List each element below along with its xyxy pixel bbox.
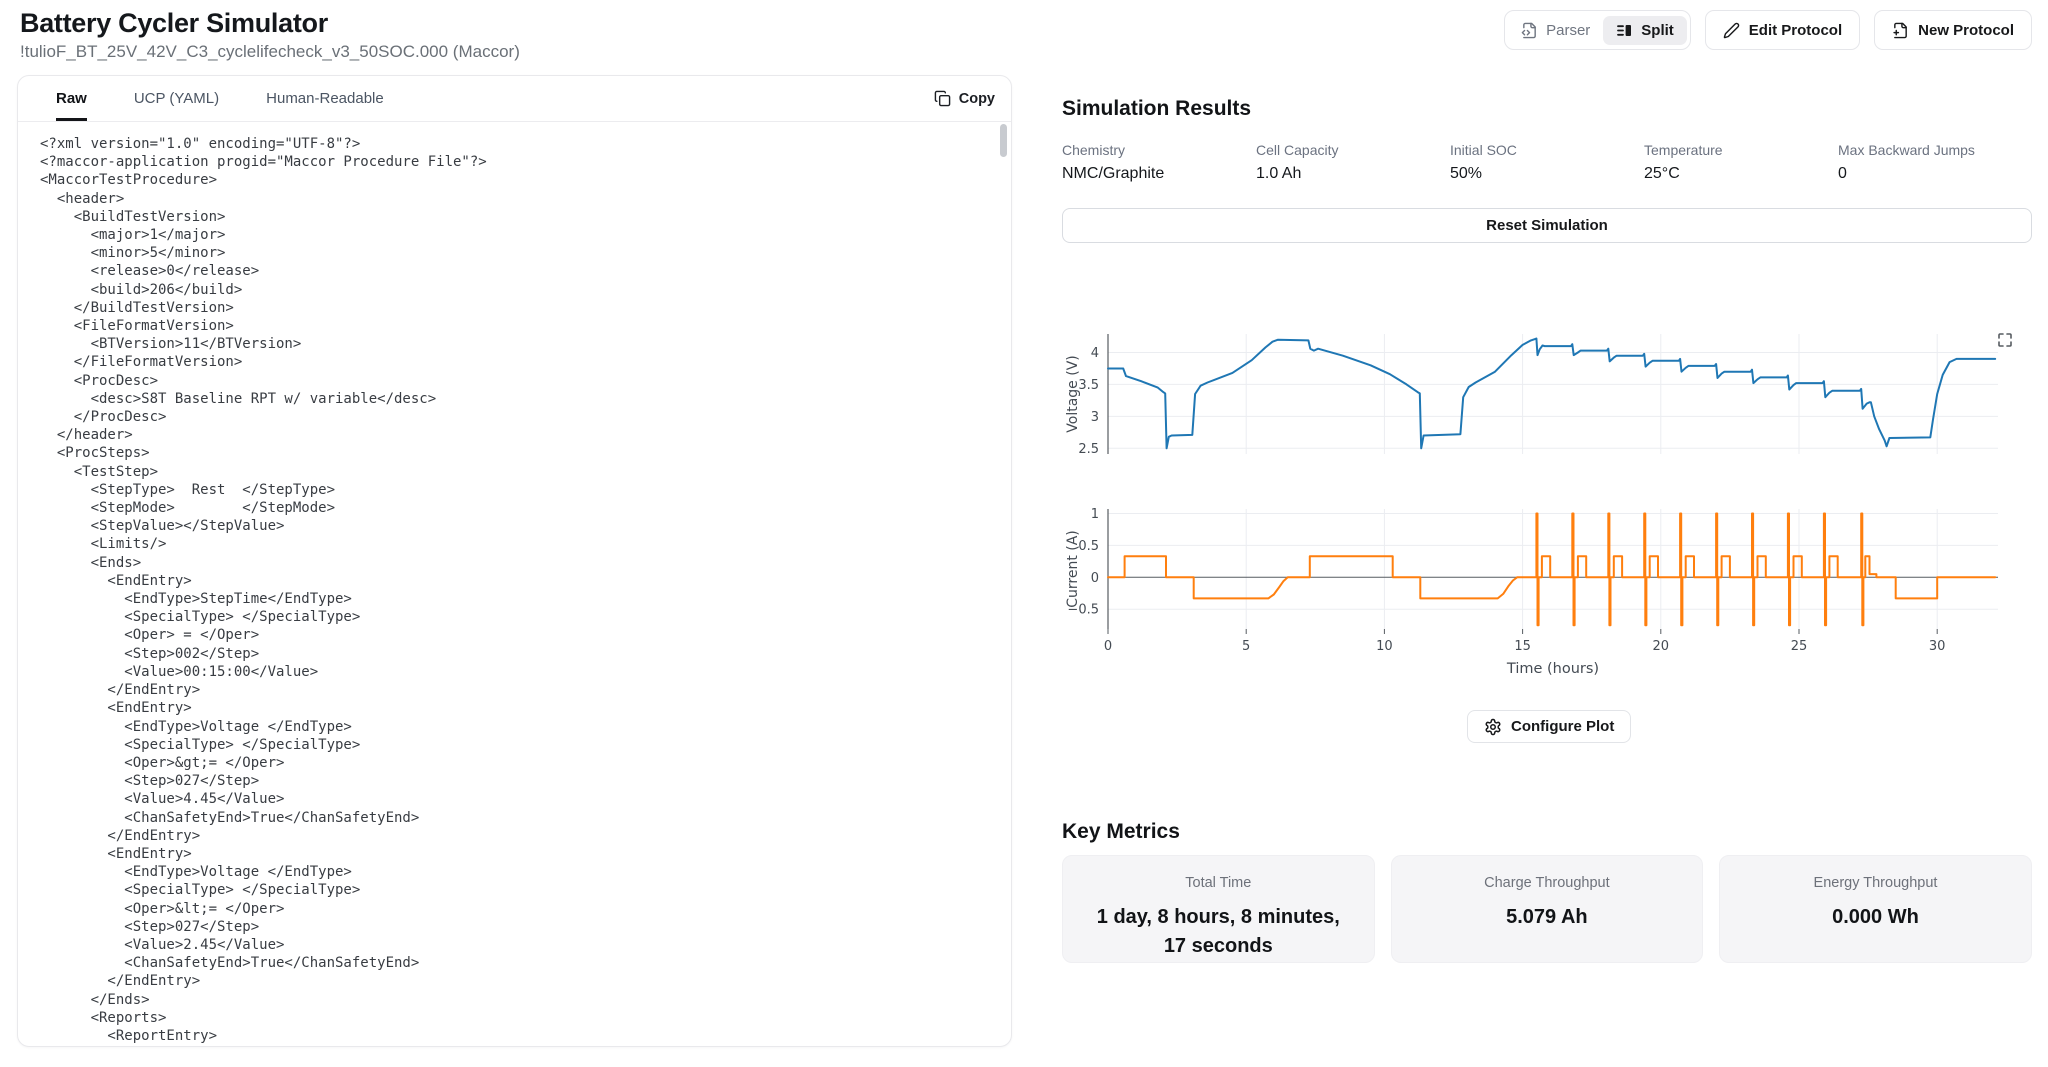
metric-total-time: Total Time 1 day, 8 hours, 8 minutes, 17… <box>1062 855 1375 963</box>
param-temperature: Temperature 25°C <box>1644 142 1838 183</box>
simulation-chart: 2.533.54Voltage (V)−0.500.51Current (A)0… <box>1062 328 2032 684</box>
svg-text:10: 10 <box>1376 639 1393 654</box>
metric-value: 1 day, 8 hours, 8 minutes, 17 seconds <box>1083 903 1354 961</box>
svg-text:Current (A): Current (A) <box>1065 530 1081 608</box>
fullscreen-icon[interactable] <box>1996 332 2014 350</box>
metric-value: 5.079 Ah <box>1506 903 1588 932</box>
param-label: Max Backward Jumps <box>1838 142 2032 158</box>
metric-label: Total Time <box>1185 875 1251 891</box>
key-metrics-cards: Total Time 1 day, 8 hours, 8 minutes, 17… <box>1062 855 2032 963</box>
svg-text:30: 30 <box>1929 639 1946 654</box>
copy-button[interactable]: Copy <box>934 76 995 121</box>
svg-text:3: 3 <box>1091 410 1099 425</box>
metric-label: Charge Throughput <box>1484 875 1610 891</box>
svg-text:1: 1 <box>1091 507 1099 522</box>
svg-text:Voltage (V): Voltage (V) <box>1065 355 1081 432</box>
param-max-backward-jumps: Max Backward Jumps 0 <box>1838 142 2032 183</box>
copy-label: Copy <box>959 91 995 107</box>
simulation-results-panel: Simulation Results Chemistry NMC/Graphit… <box>1062 0 2032 1067</box>
configure-plot-label: Configure Plot <box>1511 718 1614 735</box>
svg-text:0: 0 <box>1104 639 1112 654</box>
simulation-parameters: Chemistry NMC/Graphite Cell Capacity 1.0… <box>1062 142 2032 183</box>
svg-text:0.5: 0.5 <box>1078 539 1099 554</box>
param-value: 50% <box>1450 165 1644 183</box>
svg-text:5: 5 <box>1242 639 1250 654</box>
tab-ucp-yaml[interactable]: UCP (YAML) <box>134 76 219 121</box>
param-label: Chemistry <box>1062 142 1256 158</box>
param-value: 0 <box>1838 165 2032 183</box>
viewer-tabs: Raw UCP (YAML) Human-Readable Copy <box>18 76 1011 122</box>
configure-plot-button[interactable]: Configure Plot <box>1467 710 1631 743</box>
page-title: Battery Cycler Simulator <box>20 8 328 39</box>
code-scrollbar[interactable] <box>1000 124 1007 157</box>
gear-icon <box>1484 718 1502 736</box>
protocol-viewer-card: Raw UCP (YAML) Human-Readable Copy <?xml… <box>17 75 1012 1047</box>
protocol-xml-code[interactable]: <?xml version="1.0" encoding="UTF-8"?> <… <box>18 122 1011 1046</box>
param-value: NMC/Graphite <box>1062 165 1256 183</box>
svg-text:20: 20 <box>1653 639 1670 654</box>
svg-text:0: 0 <box>1091 571 1099 586</box>
param-label: Cell Capacity <box>1256 142 1450 158</box>
metric-label: Energy Throughput <box>1814 875 1938 891</box>
svg-text:25: 25 <box>1791 639 1808 654</box>
param-cell-capacity: Cell Capacity 1.0 Ah <box>1256 142 1450 183</box>
tab-human-readable[interactable]: Human-Readable <box>266 76 384 121</box>
svg-text:Time (hours): Time (hours) <box>1506 661 1599 677</box>
reset-simulation-button[interactable]: Reset Simulation <box>1062 208 2032 243</box>
svg-text:2.5: 2.5 <box>1078 442 1099 457</box>
param-chemistry: Chemistry NMC/Graphite <box>1062 142 1256 183</box>
svg-text:4: 4 <box>1091 346 1099 361</box>
param-initial-soc: Initial SOC 50% <box>1450 142 1644 183</box>
param-value: 25°C <box>1644 165 1838 183</box>
svg-text:3.5: 3.5 <box>1078 378 1099 393</box>
param-label: Initial SOC <box>1450 142 1644 158</box>
simulation-chart-area: 2.533.54Voltage (V)−0.500.51Current (A)0… <box>1062 328 2032 684</box>
key-metrics-heading: Key Metrics <box>1062 820 1180 844</box>
simulation-results-heading: Simulation Results <box>1062 97 1251 121</box>
metric-value: 0.000 Wh <box>1832 903 1919 932</box>
param-value: 1.0 Ah <box>1256 165 1450 183</box>
svg-text:15: 15 <box>1514 639 1531 654</box>
metric-energy-throughput: Energy Throughput 0.000 Wh <box>1719 855 2032 963</box>
copy-icon <box>934 90 951 107</box>
protocol-filename: !tulioF_BT_25V_42V_C3_cyclelifecheck_v3_… <box>20 42 520 62</box>
param-label: Temperature <box>1644 142 1838 158</box>
tab-raw[interactable]: Raw <box>56 76 87 121</box>
metric-charge-throughput: Charge Throughput 5.079 Ah <box>1391 855 1704 963</box>
